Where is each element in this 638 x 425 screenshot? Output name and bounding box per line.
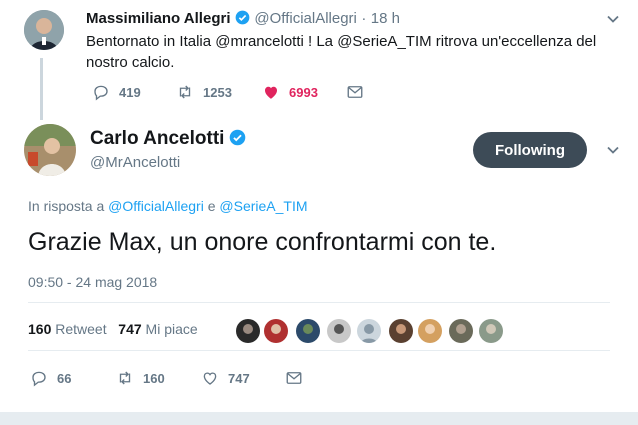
heart-outline-icon (203, 372, 217, 385)
retweet-stat-label: Retweet (55, 321, 107, 337)
main-like-count: 747 (228, 370, 250, 386)
parent-tweet-text: Bentornato in Italia @mrancelotti ! La @… (86, 31, 606, 73)
retweet-icon (119, 371, 131, 385)
like-stat-count: 747 (118, 321, 142, 337)
parent-retweet-action[interactable]: 1253 (176, 83, 232, 101)
reply-context: In risposta a @OfficialAllegri e @SerieA… (28, 198, 308, 214)
reply-user-link-1[interactable]: @OfficialAllegri (108, 198, 204, 214)
default-user-icon (361, 324, 377, 343)
reply-icon (94, 85, 108, 101)
reply-conjunction: e (207, 198, 216, 214)
parent-author-handle[interactable]: @OfficialAllegri (254, 10, 356, 27)
parent-tweet-time[interactable]: 18 h (371, 10, 400, 27)
liker-avatar-image (425, 324, 435, 334)
envelope-icon (347, 86, 363, 98)
chevron-down-icon[interactable] (606, 143, 620, 157)
liker-avatar[interactable] (418, 319, 442, 343)
liker-avatar-image (396, 324, 406, 334)
liker-avatar-image (303, 324, 313, 334)
allegri-avatar[interactable] (24, 10, 64, 50)
following-button[interactable]: Following (473, 132, 587, 168)
parent-reply-action[interactable]: 419 (92, 83, 141, 101)
engagement-stats: 160 Retweet 747 Mi piace (28, 321, 198, 337)
liker-avatar[interactable] (479, 319, 503, 343)
verified-badge-icon (235, 10, 250, 25)
retweet-stat[interactable]: 160 Retweet (28, 321, 107, 337)
reply-prefix: In risposta a (28, 198, 105, 214)
liker-avatar[interactable] (264, 319, 288, 343)
heart-filled-icon (265, 86, 277, 99)
parent-message-action[interactable] (346, 83, 364, 101)
liker-avatar-image (456, 324, 466, 334)
retweet-icon (179, 85, 191, 99)
parent-author-name[interactable]: Massimiliano Allegri (86, 10, 231, 27)
reply-icon (32, 371, 46, 387)
liker-avatar-image (271, 324, 281, 334)
main-retweet-action[interactable]: 160 (116, 369, 165, 387)
liker-avatar[interactable] (389, 319, 413, 343)
divider-top (28, 302, 610, 303)
liker-avatar[interactable] (449, 319, 473, 343)
parent-tweet-header: Massimiliano Allegri @OfficialAllegri · … (86, 10, 400, 28)
parent-like-count: 6993 (289, 84, 318, 100)
main-reply-count: 66 (57, 370, 72, 386)
parent-reply-count: 419 (119, 84, 141, 100)
allegri-avatar-image (24, 10, 64, 50)
retweet-stat-count: 160 (28, 321, 52, 337)
main-tweet-header: Carlo Ancelotti (90, 128, 246, 150)
ancelotti-avatar[interactable] (24, 124, 76, 176)
divider-bottom (28, 350, 610, 351)
liker-avatar-image (486, 324, 496, 334)
main-retweet-count: 160 (143, 370, 165, 386)
dot-separator: · (361, 10, 367, 27)
like-stat[interactable]: 747 Mi piace (118, 321, 197, 337)
main-author-handle[interactable]: @MrAncelotti (90, 154, 180, 171)
parent-tweet-text-line1: Bentornato in Italia @mrancelotti ! La @… (86, 33, 597, 50)
liker-avatar[interactable] (296, 319, 320, 343)
liker-avatar[interactable] (236, 319, 260, 343)
main-reply-action[interactable]: 66 (30, 369, 71, 387)
liker-avatar-image (334, 324, 344, 334)
bottom-separator (0, 412, 638, 425)
main-author-name[interactable]: Carlo Ancelotti (90, 128, 224, 149)
liker-avatar[interactable] (327, 319, 351, 343)
verified-badge-icon (229, 129, 246, 146)
parent-tweet-text-line2: nostro calcio. (86, 54, 175, 71)
liker-avatar-default[interactable] (357, 319, 381, 343)
liker-avatar-image (243, 324, 253, 334)
chevron-down-icon[interactable] (606, 12, 620, 26)
main-message-action[interactable] (285, 369, 303, 387)
main-tweet-text: Grazie Max, un onore confrontarmi con te… (28, 228, 497, 256)
reply-user-link-2[interactable]: @SerieA_TIM (219, 198, 307, 214)
thread-connector-line (40, 58, 43, 120)
envelope-icon (286, 372, 302, 384)
parent-retweet-count: 1253 (203, 84, 232, 100)
main-like-action[interactable]: 747 (201, 369, 250, 387)
main-tweet-timestamp[interactable]: 09:50 - 24 mag 2018 (28, 274, 157, 290)
like-stat-label: Mi piace (145, 321, 198, 337)
ancelotti-avatar-image (24, 124, 76, 176)
parent-like-action[interactable]: 6993 (262, 83, 318, 101)
